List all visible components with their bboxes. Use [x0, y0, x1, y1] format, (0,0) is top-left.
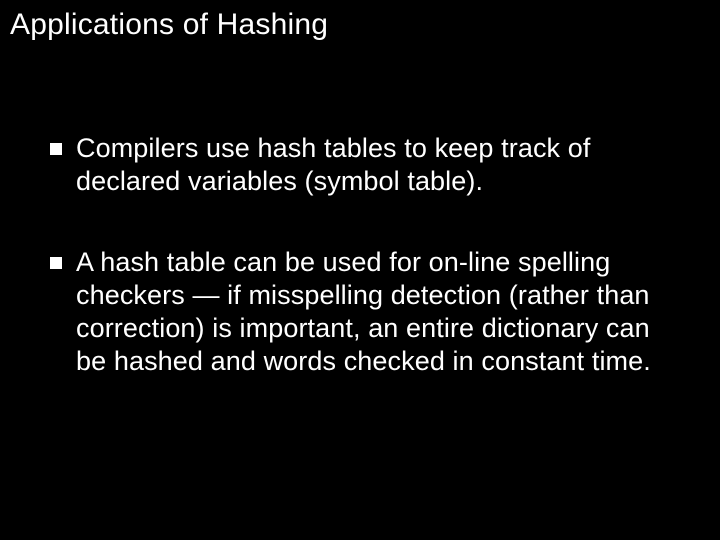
slide-title: Applications of Hashing	[0, 0, 720, 42]
bullet-item: A hash table can be used for on-line spe…	[50, 246, 670, 378]
bullet-marker-icon	[50, 257, 62, 269]
slide-content: Compilers use hash tables to keep track …	[0, 42, 720, 378]
bullet-text: Compilers use hash tables to keep track …	[76, 132, 670, 198]
slide: Applications of Hashing Compilers use ha…	[0, 0, 720, 540]
bullet-item: Compilers use hash tables to keep track …	[50, 132, 670, 198]
bullet-marker-icon	[50, 143, 62, 155]
bullet-text: A hash table can be used for on-line spe…	[76, 246, 670, 378]
